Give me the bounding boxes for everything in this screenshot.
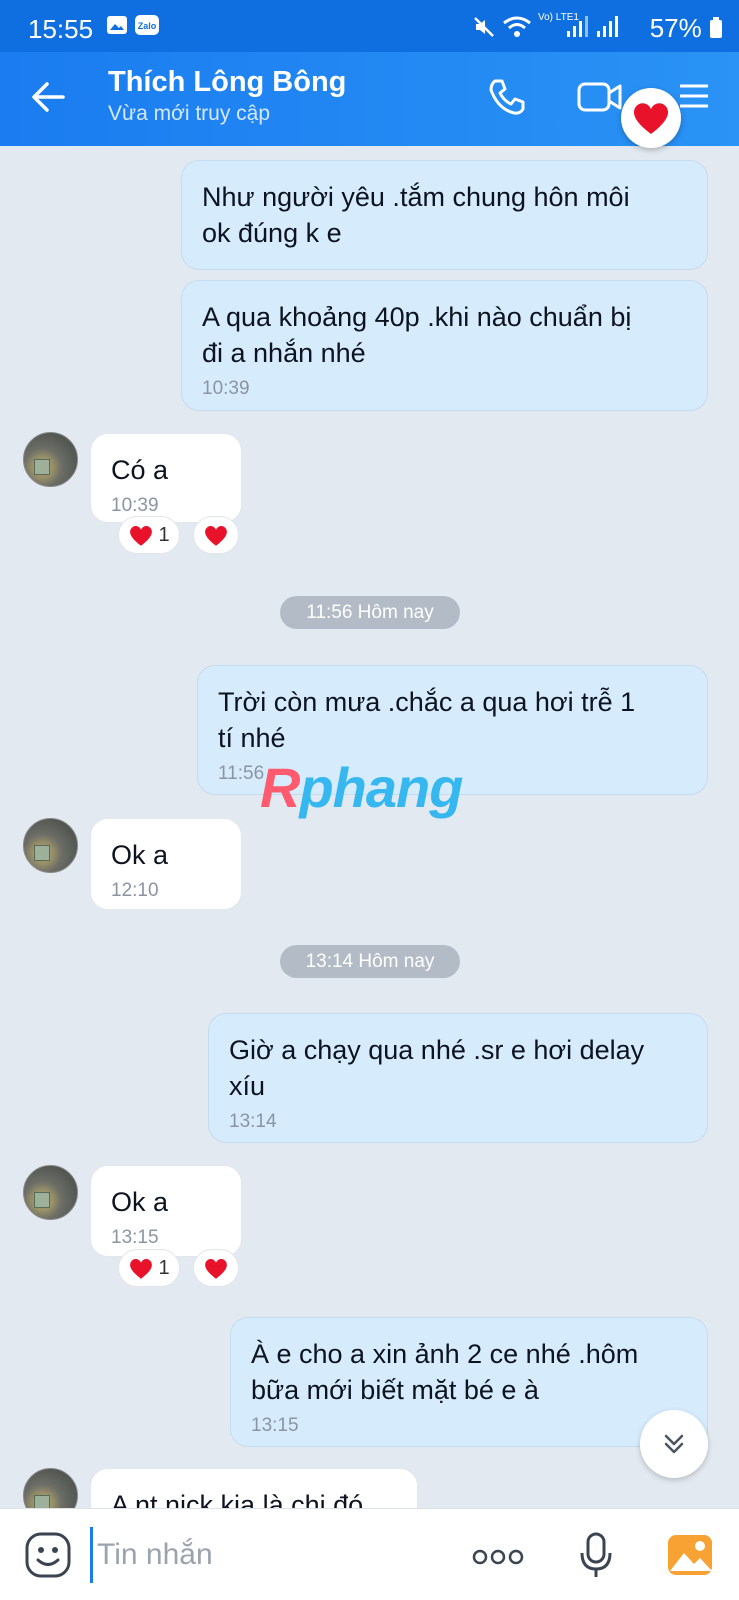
- message-text-line: Giờ a chạy qua nhé .sr e hơi delay: [229, 1035, 645, 1065]
- message-bubble-incoming[interactable]: Ok a 12:10: [90, 818, 242, 910]
- battery-percent: 57%: [649, 13, 702, 43]
- add-reaction-button[interactable]: [193, 1249, 239, 1287]
- svg-text:Zalo: Zalo: [138, 21, 157, 31]
- date-separator: 11:56 Hôm nay: [280, 596, 460, 629]
- menu-icon[interactable]: [676, 76, 712, 123]
- message-bubble-outgoing[interactable]: Như người yêu .tắm chung hôn môi ok đúng…: [181, 160, 708, 270]
- status-bar: 15:55 Zalo Vo) LTE1 57%: [0, 0, 739, 52]
- image-icon[interactable]: [666, 1533, 714, 1582]
- message-text-line: đi a nhắn nhé: [202, 338, 366, 368]
- watermark-first-letter: R: [260, 756, 300, 819]
- message-text-line: À e cho a xin ảnh 2 ce nhé .hôm: [251, 1339, 639, 1369]
- scroll-to-bottom-button[interactable]: [640, 1410, 708, 1478]
- phone-icon[interactable]: [486, 76, 528, 123]
- date-separator: 13:14 Hôm nay: [280, 945, 460, 978]
- back-arrow-icon[interactable]: [30, 79, 66, 120]
- signal-icon-2: [596, 15, 618, 44]
- battery-level: 57%: [650, 13, 723, 44]
- message-text-line: tí nhé: [218, 723, 286, 753]
- message-text-line: Ok a: [111, 1187, 169, 1217]
- message-input[interactable]: Tin nhắn: [90, 1527, 430, 1583]
- mic-icon[interactable]: [578, 1531, 614, 1584]
- message-timestamp: 12:10: [111, 880, 159, 901]
- contact-name[interactable]: Thích Lông Bông: [108, 66, 346, 99]
- chevron-down-icon: [664, 1434, 684, 1454]
- contact-avatar[interactable]: [23, 1165, 78, 1220]
- message-text-line: Có a: [111, 455, 169, 485]
- message-bubble-outgoing[interactable]: A qua khoảng 40p .khi nào chuẩn bị đi a …: [181, 280, 708, 411]
- mute-icon: [472, 15, 496, 44]
- message-bubble-incoming[interactable]: Có a 10:39: [90, 433, 242, 523]
- message-text-line: bữa mới biết mặt bé e à: [251, 1375, 539, 1405]
- reaction-count: 1: [158, 523, 170, 546]
- presence-status: Vừa mới truy cập: [108, 102, 271, 125]
- message-bubble-incoming[interactable]: Ok a 13:15: [90, 1165, 242, 1257]
- message-text-line: Như người yêu .tắm chung hôn môi: [202, 182, 630, 212]
- message-timestamp: 10:39: [202, 378, 250, 399]
- zalo-notification-icon: Zalo: [134, 14, 160, 41]
- message-text-line: Ok a: [111, 840, 169, 870]
- message-bubble-outgoing[interactable]: Giờ a chạy qua nhé .sr e hơi delay xíu 1…: [208, 1013, 708, 1143]
- contact-avatar[interactable]: [23, 818, 78, 873]
- message-text-line: ok đúng k e: [202, 218, 342, 248]
- heart-icon: [205, 1258, 227, 1279]
- heart-icon: [205, 525, 227, 546]
- battery-icon: [710, 17, 722, 38]
- floating-heart-button[interactable]: [621, 88, 681, 148]
- gallery-notification-icon: [106, 15, 128, 40]
- reaction-count: 1: [158, 1256, 170, 1279]
- message-bubble-outgoing[interactable]: À e cho a xin ảnh 2 ce nhé .hôm bữa mới …: [230, 1317, 708, 1447]
- watermark-rest: phang: [299, 756, 463, 819]
- status-time: 15:55: [28, 14, 94, 44]
- heart-icon: [130, 1258, 153, 1279]
- message-timestamp: 13:14: [229, 1111, 277, 1132]
- message-text-line: xíu: [229, 1071, 266, 1101]
- message-timestamp: 13:15: [111, 1227, 159, 1248]
- video-call-icon[interactable]: [576, 76, 624, 123]
- heart-icon: [633, 103, 669, 134]
- reaction-summary[interactable]: 1: [118, 1249, 180, 1287]
- wifi-icon: [502, 15, 532, 44]
- message-composer: Tin nhắn: [0, 1508, 739, 1600]
- emoji-icon[interactable]: [24, 1531, 72, 1584]
- message-timestamp: 10:39: [111, 495, 159, 516]
- more-icon[interactable]: [472, 1549, 524, 1570]
- watermark: Rphang: [260, 755, 463, 820]
- contact-avatar[interactable]: [23, 432, 78, 487]
- message-timestamp: 13:15: [251, 1415, 299, 1436]
- message-text-line: A qua khoảng 40p .khi nào chuẩn bị: [202, 302, 632, 332]
- message-text-line: Trời còn mưa .chắc a qua hơi trễ 1: [218, 687, 636, 717]
- reaction-summary[interactable]: 1: [118, 516, 180, 554]
- add-reaction-button[interactable]: [193, 516, 239, 554]
- heart-icon: [130, 525, 153, 546]
- signal-icon-1: [566, 15, 588, 44]
